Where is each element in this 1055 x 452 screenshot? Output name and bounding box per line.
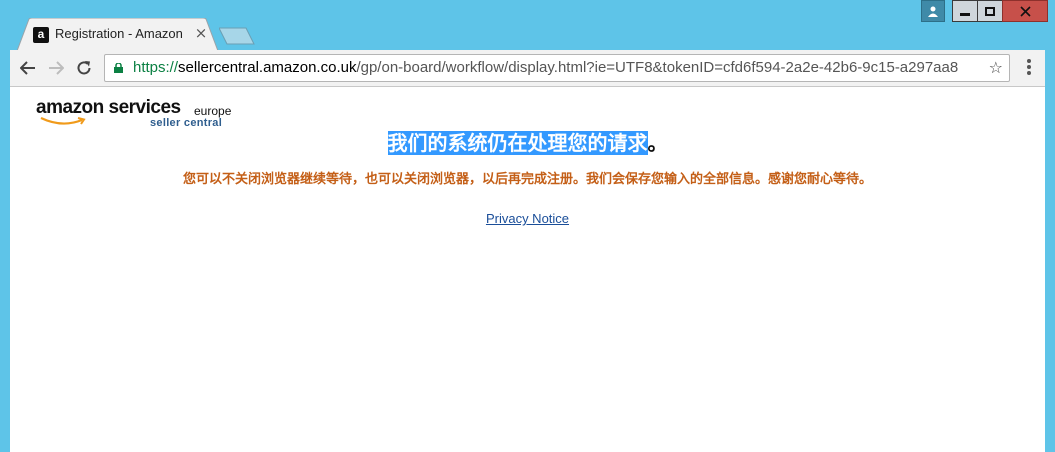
close-icon [1019,5,1031,17]
logo-brand-text: amazon services [36,97,181,118]
back-button[interactable] [16,57,40,79]
forward-button[interactable] [44,57,68,79]
menu-dot-icon [1027,71,1031,75]
maximize-button[interactable] [977,0,1003,22]
window-controls [921,0,1048,22]
forward-arrow-icon [49,61,64,75]
heading-selected-text: 我们的系统仍在处理您的请求 [387,131,648,155]
minimize-icon [960,12,970,16]
tab-close-icon[interactable]: × [194,25,208,41]
close-window-button[interactable] [1002,0,1048,22]
url-scheme: https:// [133,59,179,76]
heading-suffix: 。 [647,131,668,155]
back-arrow-icon [20,61,35,75]
browser-menu-button[interactable] [1022,59,1036,79]
minimize-button[interactable] [952,0,978,22]
new-tab-button[interactable] [219,27,255,45]
user-profile-button[interactable] [921,0,945,22]
menu-dot-icon [1027,59,1031,63]
menu-dot-icon [1027,65,1031,69]
privacy-notice: Privacy Notice [10,211,1045,226]
reload-button[interactable] [72,57,96,79]
tab-title: Registration - Amazon [55,26,183,41]
page-content: amazon services europe seller central 我们… [10,87,1045,452]
amazon-favicon-icon: a [33,27,49,43]
address-bar[interactable]: https://sellercentral.amazon.co.uk/gp/on… [104,54,1010,82]
tab-registration[interactable]: a Registration - Amazon × [17,18,218,51]
url-text: https://sellercentral.amazon.co.uk/gp/on… [133,59,958,76]
bookmark-star-icon[interactable]: ☆ [989,58,1003,77]
status-message: 您可以不关闭浏览器继续等待，也可以关闭浏览器，以后再完成注册。我们会保存您输入的… [182,172,872,187]
logo-region-text: europe [194,104,232,118]
lock-icon [114,63,123,73]
person-icon [928,6,938,17]
privacy-notice-link[interactable]: Privacy Notice [486,211,569,226]
url-path: /gp/on-board/workflow/display.html?ie=UT… [356,59,959,76]
url-host: sellercentral.amazon.co.uk [178,59,357,76]
amazon-smile-icon [40,117,86,125]
browser-toolbar: https://sellercentral.amazon.co.uk/gp/on… [10,50,1045,87]
maximize-icon [985,6,995,16]
reload-icon [77,61,91,75]
page-heading: 我们的系统仍在处理您的请求。 [10,127,1045,156]
